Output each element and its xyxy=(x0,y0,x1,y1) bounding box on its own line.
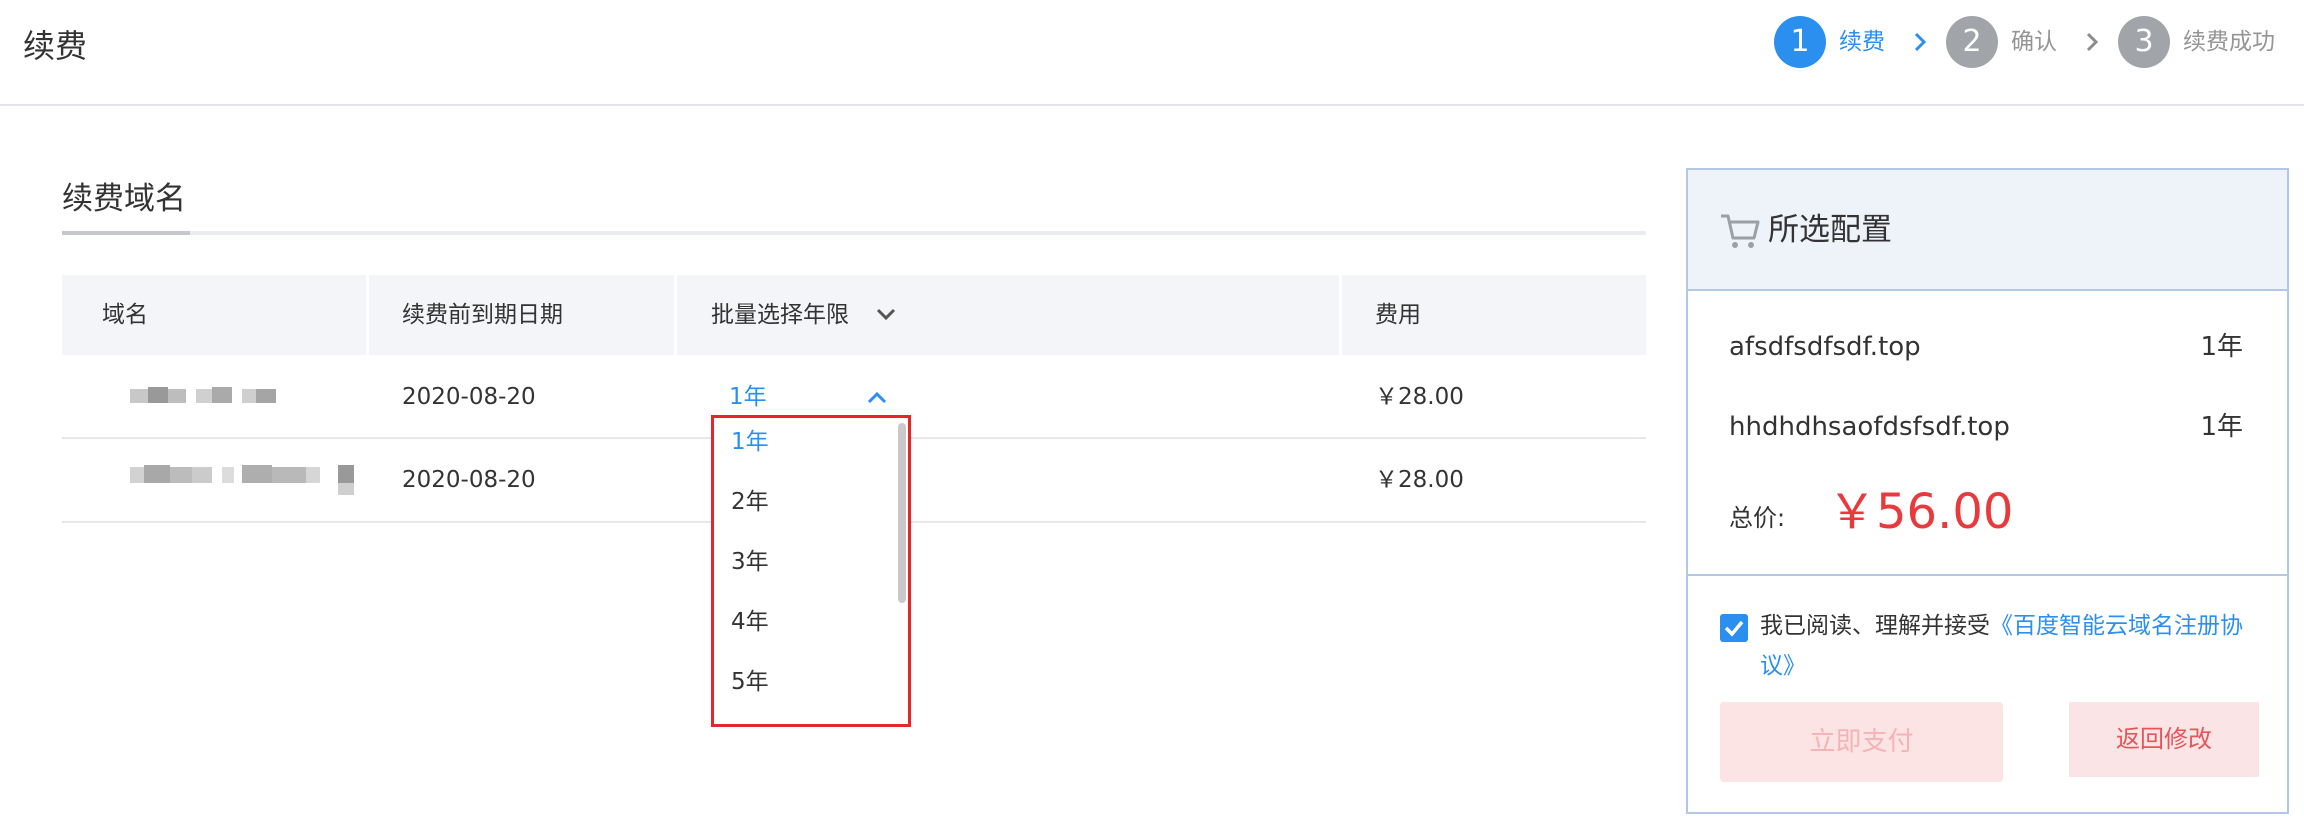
step-3-circle: 3 xyxy=(2118,16,2170,68)
step-2-label: 确认 xyxy=(2011,29,2057,55)
fee-value: ￥28.00 xyxy=(1375,384,1464,410)
total-price-value: ￥56.00 xyxy=(1828,484,2014,540)
total-price-label: 总价: xyxy=(1729,504,1786,532)
order-summary-panel: 所选配置 afsdfsdfsdf.top 1年 hhdhdhsaofdsfsdf… xyxy=(1686,168,2289,814)
agreement-statement: 我已阅读、理解并接受 xyxy=(1760,613,1990,639)
chevron-up-icon[interactable] xyxy=(864,385,890,411)
column-divider xyxy=(1339,275,1342,355)
summary-years: 1年 xyxy=(2200,412,2243,442)
dropdown-option-2-years[interactable]: 2年 xyxy=(731,485,769,519)
blurred-domain-name xyxy=(130,465,356,497)
summary-divider xyxy=(1688,574,2287,576)
checkmark-icon xyxy=(1724,620,1744,637)
section-divider xyxy=(62,231,1646,235)
fee-value: ￥28.00 xyxy=(1375,467,1464,493)
dropdown-option-1-year[interactable]: 1年 xyxy=(731,425,769,459)
pay-now-button[interactable]: 立即支付 xyxy=(1720,702,2003,782)
step-2-circle: 2 xyxy=(1946,16,1998,68)
column-header-domain: 域名 xyxy=(102,302,148,328)
agreement-checkbox[interactable] xyxy=(1720,614,1748,642)
year-select-row-1[interactable]: 1年 xyxy=(729,380,767,414)
expiry-date: 2020-08-20 xyxy=(402,384,536,410)
summary-header: 所选配置 xyxy=(1688,170,2287,291)
column-divider xyxy=(674,275,677,355)
section-title: 续费域名 xyxy=(62,181,186,217)
summary-years: 1年 xyxy=(2200,332,2243,362)
batch-year-select[interactable]: 批量选择年限 xyxy=(711,275,896,355)
step-1-label: 续费 xyxy=(1839,29,1885,55)
dropdown-scrollbar[interactable] xyxy=(898,423,906,603)
blurred-domain-name xyxy=(130,387,280,407)
dropdown-option-5-years[interactable]: 5年 xyxy=(731,665,769,699)
shopping-cart-icon xyxy=(1721,214,1760,248)
dropdown-option-4-years[interactable]: 4年 xyxy=(731,605,769,639)
expiry-date: 2020-08-20 xyxy=(402,467,536,493)
summary-domain: hhdhdhsaofdsfsdf.top xyxy=(1729,412,2010,442)
column-divider xyxy=(366,275,369,355)
column-header-fee: 费用 xyxy=(1375,302,1421,328)
progress-steps: 1 续费 2 确认 3 续费成功 xyxy=(0,16,2304,68)
section-tab-indicator xyxy=(62,231,190,235)
summary-title: 所选配置 xyxy=(1768,212,1892,248)
agreement-text: 我已阅读、理解并接受《百度智能云域名注册协议》 xyxy=(1760,606,2270,686)
dropdown-option-3-years[interactable]: 3年 xyxy=(731,545,769,579)
step-1-circle: 1 xyxy=(1774,16,1826,68)
column-header-expiry: 续费前到期日期 xyxy=(402,302,563,328)
summary-domain: afsdfsdfsdf.top xyxy=(1729,332,1921,362)
chevron-right-icon xyxy=(2086,32,2099,52)
page-header: 续费 1 续费 2 确认 3 续费成功 xyxy=(0,0,2304,106)
step-3-label: 续费成功 xyxy=(2183,29,2275,55)
year-dropdown-menu: 1年 2年 3年 4年 5年 xyxy=(711,415,911,727)
batch-year-select-label: 批量选择年限 xyxy=(711,302,849,328)
back-to-edit-button[interactable]: 返回修改 xyxy=(2069,702,2259,777)
chevron-right-icon xyxy=(1914,32,1927,52)
table-header: 域名 续费前到期日期 批量选择年限 费用 xyxy=(62,275,1646,355)
chevron-down-icon xyxy=(876,308,896,321)
